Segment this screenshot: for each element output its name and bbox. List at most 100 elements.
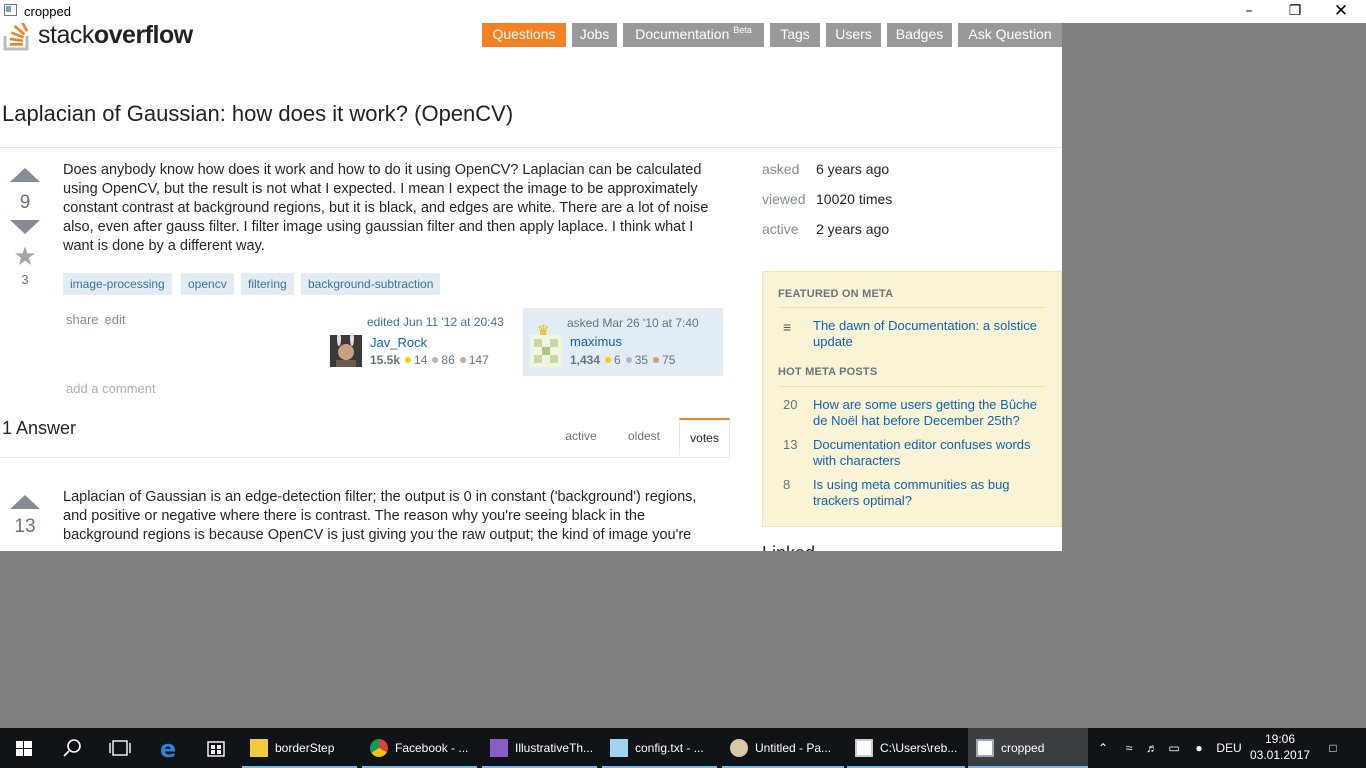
- minimize-button[interactable]: –: [1226, 0, 1272, 23]
- volume-icon[interactable]: ♬: [1142, 728, 1162, 768]
- tag-image-processing[interactable]: image-processing: [63, 273, 172, 295]
- tag-background-subtraction[interactable]: background-subtraction: [301, 273, 441, 295]
- editor-reputation: 15.5k 14 86 147: [370, 353, 489, 367]
- answer-vote-count: 13: [14, 516, 36, 537]
- hot-post-score: 8: [783, 477, 791, 492]
- nav-jobs[interactable]: Jobs: [572, 23, 617, 47]
- web-content: stackoverflow Questions Jobs Documentati…: [0, 23, 1062, 551]
- close-button[interactable]: ✕: [1318, 0, 1364, 23]
- editor-avatar[interactable]: [330, 335, 362, 367]
- hot-post-link[interactable]: Documentation editor confuses words with…: [813, 437, 1048, 469]
- asked-time[interactable]: asked Mar 26 '10 at 7:40: [567, 316, 699, 330]
- featured-link[interactable]: The dawn of Documentation: a solstice up…: [813, 318, 1048, 350]
- owner-signature: asked Mar 26 '10 at 7:40 ♛ maximus 1,434…: [523, 308, 723, 376]
- taskbar-app-chrome[interactable]: Facebook - ...: [362, 728, 477, 768]
- linked-heading: Linked: [762, 543, 815, 551]
- taskbar-app-console[interactable]: C:\Users\reb...: [847, 728, 965, 768]
- battery-icon[interactable]: ▭: [1164, 728, 1184, 768]
- question-title[interactable]: Laplacian of Gaussian: how does it work?…: [2, 101, 513, 127]
- question-votecell: 9 ★ 3: [2, 168, 48, 287]
- community-bulletin: FEATURED ON META ≡ The dawn of Documenta…: [762, 271, 1062, 527]
- hot-post-link[interactable]: How are some users getting the Bûche de …: [813, 397, 1048, 429]
- wifi-icon[interactable]: ≈: [1118, 728, 1140, 768]
- taskbar: e borderStep Facebook - ... Illustrative…: [0, 728, 1366, 768]
- hot-post-score: 20: [783, 397, 798, 412]
- question-body: Does anybody know how does it work and h…: [63, 162, 709, 254]
- taskbar-app-visual-studio[interactable]: IllustrativeTh...: [482, 728, 597, 768]
- taskbar-app-notepad[interactable]: config.txt - ...: [602, 728, 717, 768]
- downvote-arrow-icon[interactable]: [10, 220, 40, 234]
- svg-text:e: e: [160, 735, 176, 763]
- language-indicator[interactable]: DEU: [1214, 728, 1244, 768]
- nav-documentation[interactable]: Documentation Beta: [623, 23, 764, 47]
- clock-time: 19:06: [1264, 732, 1296, 746]
- tag-filtering[interactable]: filtering: [241, 273, 294, 295]
- owner-avatar[interactable]: [530, 335, 562, 367]
- stackoverflow-logo-icon: [3, 23, 29, 51]
- stackexchange-icon: ≡: [783, 319, 792, 335]
- console-icon: [855, 739, 873, 757]
- visual-studio-icon: [490, 739, 508, 757]
- meta-separator: [778, 307, 1046, 308]
- logo-text: stackoverflow: [38, 23, 193, 49]
- app-icon: [4, 4, 17, 16]
- notifications-icon[interactable]: □: [1320, 728, 1346, 768]
- nav-users[interactable]: Users: [826, 23, 881, 47]
- favorite-count: 3: [21, 272, 29, 287]
- nav-questions[interactable]: Questions: [482, 23, 566, 47]
- hot-meta-posts-heading: HOT META POSTS: [778, 366, 878, 378]
- editor-signature: edited Jun 11 '12 at 20:43 Jav_Rock 15.5…: [330, 315, 515, 371]
- hot-post-score: 13: [783, 437, 798, 452]
- stat-viewed: viewed 10020 times: [762, 191, 893, 207]
- answer-upvote-arrow-icon[interactable]: [10, 495, 40, 509]
- clock-date: 03.01.2017: [1250, 748, 1311, 762]
- question-vote-count: 9: [19, 192, 31, 213]
- tab-active[interactable]: active: [557, 418, 605, 455]
- maximize-button[interactable]: ❐: [1272, 0, 1318, 23]
- nav-ask-question[interactable]: Ask Question: [958, 23, 1062, 47]
- owner-name[interactable]: maximus: [570, 334, 622, 349]
- featured-on-meta-heading: FEATURED ON META: [778, 288, 894, 300]
- store-icon[interactable]: [192, 728, 240, 768]
- weather-icon[interactable]: ●: [1189, 728, 1209, 768]
- meta-separator: [778, 386, 1046, 387]
- taskbar-app-cropped[interactable]: cropped: [968, 728, 1088, 768]
- edited-time[interactable]: edited Jun 11 '12 at 20:43: [367, 315, 504, 329]
- upvote-arrow-icon[interactable]: [10, 168, 40, 182]
- edge-browser-icon[interactable]: e: [144, 728, 192, 768]
- task-view-icon[interactable]: [96, 728, 144, 768]
- trophy-icon: ♛: [537, 322, 550, 338]
- taskbar-app-borderstep[interactable]: borderStep: [242, 728, 357, 768]
- tab-oldest[interactable]: oldest: [615, 418, 673, 455]
- window-title: cropped: [24, 4, 71, 19]
- nav-badges[interactable]: Badges: [887, 23, 952, 47]
- taskbar-app-paint[interactable]: Untitled - Pa...: [722, 728, 844, 768]
- editor-name[interactable]: Jav_Rock: [370, 335, 427, 350]
- folder-icon: [250, 739, 268, 757]
- clock[interactable]: 19:06 03.01.2017: [1250, 731, 1310, 763]
- owner-reputation: 1,434 6 35 75: [570, 353, 676, 367]
- post-menu: share edit: [66, 312, 132, 327]
- answer-body: Laplacian of Gaussian is an edge-detecti…: [63, 489, 697, 543]
- chevron-up-icon[interactable]: ⌃: [1094, 728, 1112, 768]
- divider: [0, 147, 1062, 148]
- paint-icon: [730, 739, 748, 757]
- windows-start-icon[interactable]: [0, 728, 48, 768]
- add-comment-link[interactable]: add a comment: [66, 381, 156, 396]
- edit-link[interactable]: edit: [105, 312, 126, 327]
- image-viewer-icon: [976, 739, 994, 757]
- answers-count-heading: 1 Answer: [2, 418, 77, 438]
- favorite-star-icon[interactable]: ★: [2, 243, 48, 269]
- window-titlebar: cropped – ❐ ✕: [0, 0, 1366, 23]
- chrome-icon: [370, 739, 388, 757]
- answer-votecell: 13: [2, 495, 48, 538]
- notepad-icon: [610, 739, 628, 757]
- tag-opencv[interactable]: opencv: [181, 273, 234, 295]
- hot-post-link[interactable]: Is using meta communities as bug tracker…: [813, 477, 1048, 509]
- nav-tags[interactable]: Tags: [770, 23, 820, 47]
- answers-divider: [0, 457, 730, 458]
- stat-asked: asked 6 years ago: [762, 161, 890, 177]
- search-icon[interactable]: [48, 728, 96, 768]
- share-link[interactable]: share: [66, 312, 99, 327]
- tab-votes[interactable]: votes: [679, 418, 730, 455]
